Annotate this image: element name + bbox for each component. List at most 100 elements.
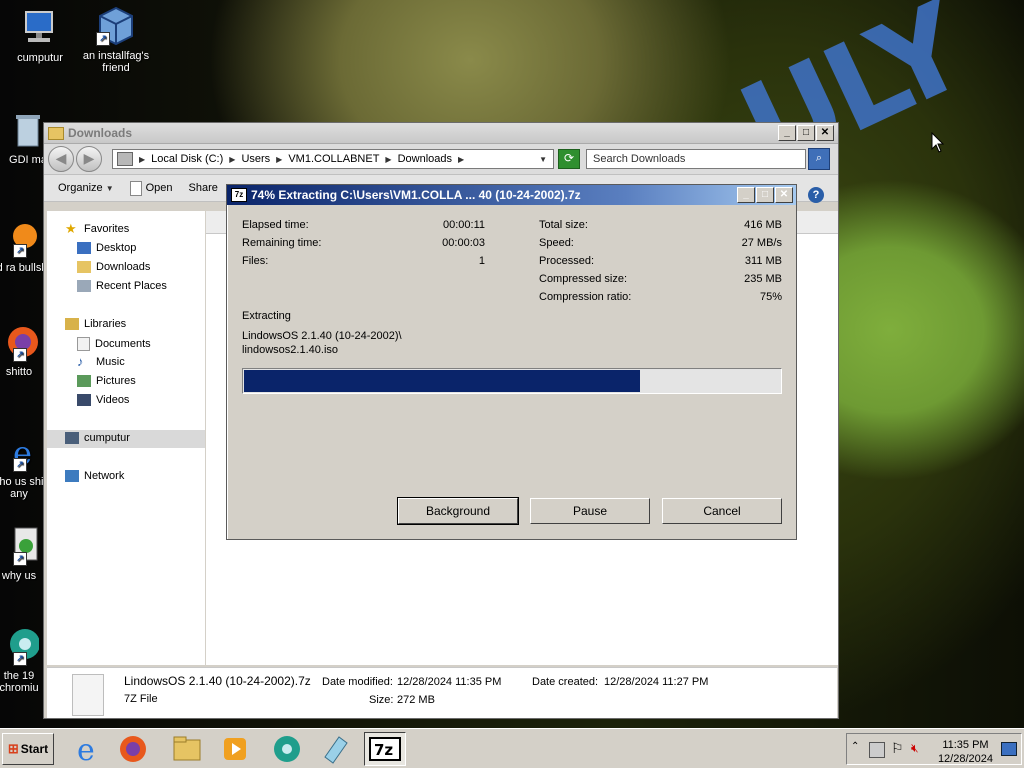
forward-button[interactable]: ▶ <box>76 146 102 172</box>
shortcut-icon: ↗ <box>0 218 39 258</box>
nav-documents[interactable]: Documents <box>77 337 151 351</box>
compression-ratio-value: 75% <box>759 291 782 303</box>
total-size-label: Total size: <box>539 219 588 231</box>
media-player-icon <box>224 738 246 760</box>
taskbar-explorer[interactable] <box>166 732 208 766</box>
shortcut-arrow-icon: ↗ <box>13 652 27 666</box>
breadcrumb-chevron-icon[interactable]: ▶ <box>385 155 391 164</box>
nav-desktop[interactable]: Desktop <box>77 242 136 254</box>
total-size-value: 416 MB <box>744 219 782 231</box>
taskbar-firefox[interactable] <box>112 732 154 766</box>
explorer-titlebar[interactable]: Downloads _ □ ✕ <box>44 123 838 144</box>
search-icon[interactable]: ⌕ <box>808 148 830 170</box>
7zip-icon: 7z <box>231 188 247 202</box>
desktop-icon <box>77 242 91 254</box>
nav-libraries[interactable]: Libraries <box>65 318 126 330</box>
compressed-size-value: 235 MB <box>744 273 782 285</box>
nav-recent-places[interactable]: Recent Places <box>77 280 167 292</box>
chromium-shortcut-icon: ↗ <box>0 626 40 666</box>
taskbar: ⊞ Start e 7z ⌃ ⚐ 🔇︎ 11:35 PM 12/28/2024 <box>0 728 1024 768</box>
progress-bar <box>242 368 782 394</box>
nav-favorites[interactable]: ★ Favorites <box>65 222 130 235</box>
speed-label: Speed: <box>539 237 574 249</box>
nav-label: Favorites <box>84 223 130 235</box>
breadcrumb-chevron-icon: ▶ <box>139 154 146 164</box>
nav-computer[interactable]: cumputur <box>65 432 130 444</box>
breadcrumb-chevron-icon[interactable]: ▶ <box>458 155 464 164</box>
background-button[interactable]: Background <box>397 497 519 525</box>
close-button[interactable]: ✕ <box>816 125 834 141</box>
progress-bar-fill <box>244 370 641 392</box>
breadcrumb-users[interactable]: Users <box>241 153 270 165</box>
details-size-label: Size: <box>369 694 394 706</box>
processed-label: Processed: <box>539 255 595 267</box>
nav-music[interactable]: ♪ Music <box>77 355 125 368</box>
breadcrumb-user[interactable]: VM1.COLLABNET <box>288 153 379 165</box>
extraction-dialog: 7z 74% Extracting C:\Users\VM1.COLLA ...… <box>226 184 797 540</box>
taskbar-notepad[interactable] <box>314 732 356 766</box>
breadcrumb-chevron-icon[interactable]: ▶ <box>229 155 235 164</box>
minimize-button[interactable]: _ <box>737 187 755 203</box>
taskbar-ie[interactable]: e <box>66 732 108 766</box>
help-icon[interactable]: ? <box>808 187 824 203</box>
shortcut-arrow-icon: ↗ <box>13 458 27 472</box>
nav-videos[interactable]: Videos <box>77 394 129 406</box>
breadcrumb-drive[interactable]: Local Disk (C:) <box>151 153 223 165</box>
7zip-icon: 7z <box>369 737 401 761</box>
desktop-icon-virtualbox[interactable]: ↗ an installfag's friend <box>76 6 156 74</box>
search-input[interactable]: Search Downloads <box>586 149 806 169</box>
maximize-button[interactable]: □ <box>797 125 815 141</box>
chromium-icon <box>274 736 300 762</box>
nav-network[interactable]: Network <box>65 470 124 482</box>
nav-pictures[interactable]: Pictures <box>77 375 136 387</box>
drive-icon <box>117 152 133 166</box>
flag-icon[interactable]: ⚐ <box>891 740 904 757</box>
desktop-icon-label: why us <box>1 570 37 582</box>
operation-status: Extracting <box>242 310 291 322</box>
shortcut-arrow-icon: ↗ <box>13 348 27 362</box>
computer-icon <box>65 432 79 444</box>
shortcut-arrow-icon: ↗ <box>96 32 110 46</box>
open-button[interactable]: Open <box>129 180 173 196</box>
maximize-button[interactable]: □ <box>756 187 774 203</box>
share-menu[interactable]: Share <box>189 182 218 194</box>
taskbar-media-player[interactable] <box>214 732 256 766</box>
details-size: 272 MB <box>397 694 435 706</box>
address-bar[interactable]: ▶ Local Disk (C:) ▶ Users ▶ VM1.COLLABNE… <box>112 149 554 169</box>
close-button[interactable]: ✕ <box>775 187 793 203</box>
back-button[interactable]: ◀ <box>48 146 74 172</box>
taskbar-chromium[interactable] <box>266 732 308 766</box>
nav-downloads[interactable]: Downloads <box>77 261 150 273</box>
pause-button[interactable]: Pause <box>530 498 650 524</box>
recycle-bin-icon <box>8 110 48 150</box>
desktop-icon-label: the 19 chromiu <box>0 670 39 694</box>
organize-menu[interactable]: Organize ▼ <box>58 182 114 194</box>
taskbar-7zip[interactable]: 7z <box>364 732 406 766</box>
navigation-pane: ★ Favorites Desktop Downloads Recent Plac… <box>47 211 205 665</box>
refresh-button[interactable]: ⟳ <box>558 149 580 169</box>
nav-label: Downloads <box>96 261 151 273</box>
explorer-icon <box>173 736 201 761</box>
clock-time: 11:35 PM <box>942 739 989 751</box>
app-shortcut-icon: ↗ <box>0 526 39 566</box>
start-button[interactable]: ⊞ Start <box>2 733 54 765</box>
desktop-icon-computer[interactable]: cumputur <box>0 8 80 64</box>
dialog-titlebar[interactable]: 7z 74% Extracting C:\Users\VM1.COLLA ...… <box>227 185 796 205</box>
desktop-icon-label: GDI ma <box>9 154 47 166</box>
volume-muted-icon[interactable]: 🔇︎ <box>911 741 919 756</box>
start-label: Start <box>20 742 49 756</box>
cancel-button[interactable]: Cancel <box>662 498 782 524</box>
clock[interactable]: 11:35 PM 12/28/2024 <box>938 738 993 766</box>
show-desktop-icon[interactable] <box>1001 742 1017 756</box>
address-dropdown-icon[interactable]: ▼ <box>539 155 547 164</box>
desktop-icon-label: who us shit any <box>0 476 47 500</box>
breadcrumb-chevron-icon[interactable]: ▶ <box>276 155 282 164</box>
network-icon <box>65 470 79 482</box>
breadcrumb-downloads[interactable]: Downloads <box>398 153 452 165</box>
minimize-button[interactable]: _ <box>778 125 796 141</box>
show-hidden-icons-icon[interactable]: ⌃ <box>851 741 859 752</box>
address-row: ◀ ▶ ▶ Local Disk (C:) ▶ Users ▶ VM1.COLL… <box>44 144 838 174</box>
ie-shortcut-icon: e ↗ <box>0 432 39 472</box>
network-tray-icon[interactable] <box>869 742 885 758</box>
files-label: Files: <box>242 255 269 267</box>
